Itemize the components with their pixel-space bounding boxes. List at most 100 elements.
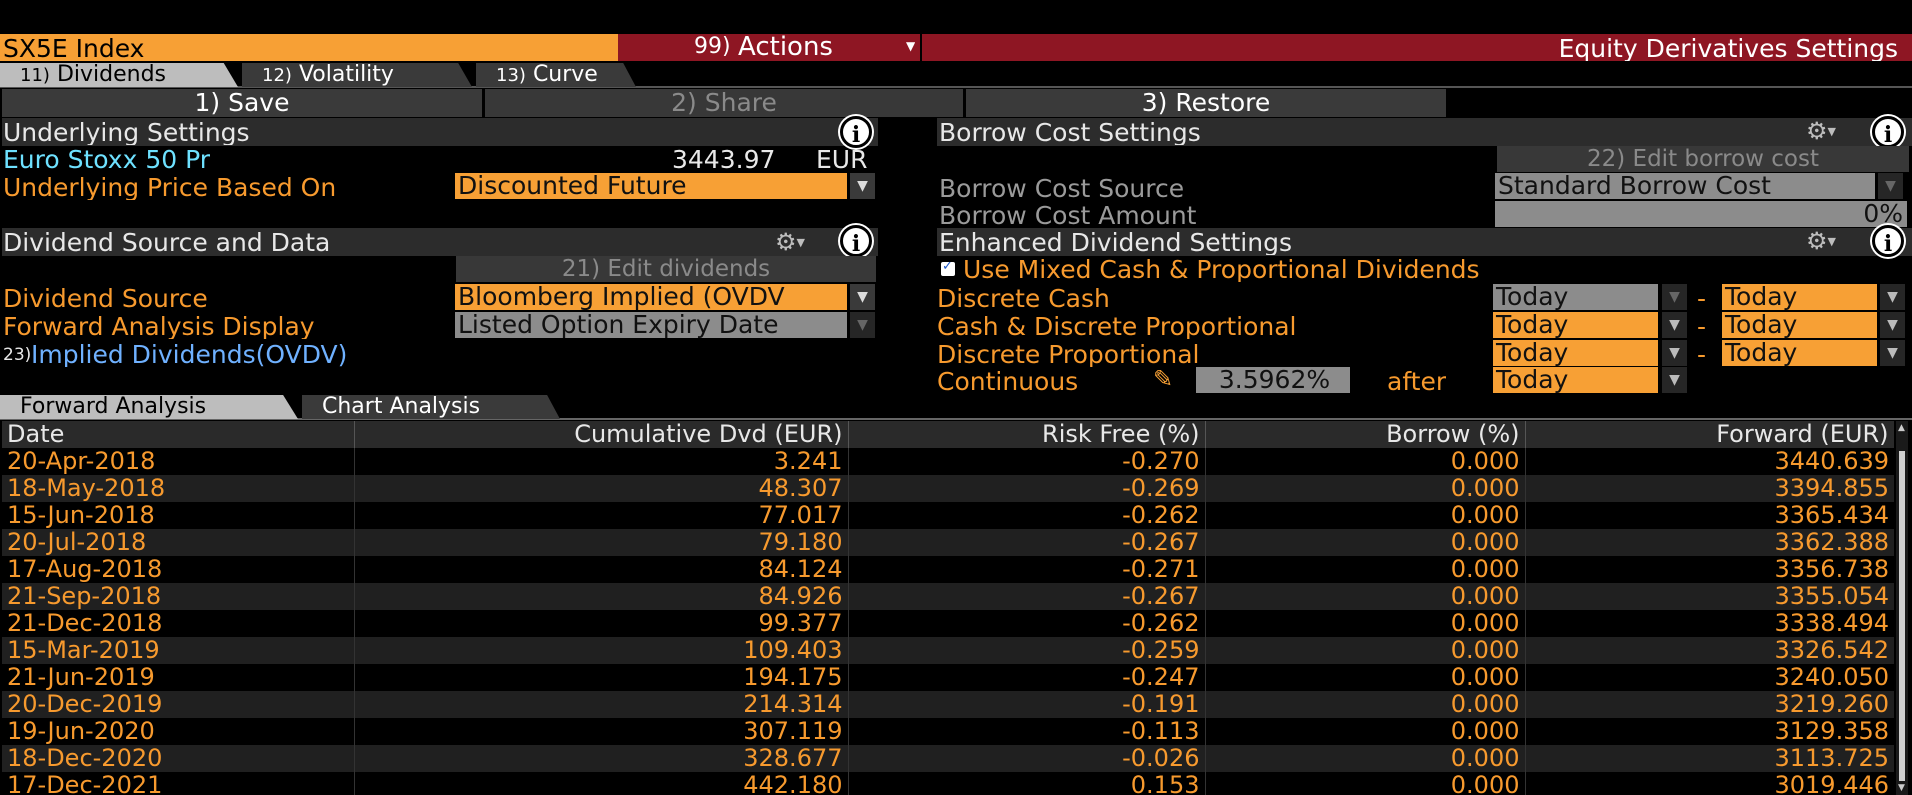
table-row[interactable]: 20-Jul-2018 79.180 -0.267 0.000 3362.388 [2, 529, 1894, 556]
cash-discrete-proportional-from-select[interactable]: Today [1493, 312, 1658, 338]
cell-forward: 3338.494 [1774, 609, 1889, 637]
after-label: after [1387, 369, 1447, 394]
pencil-icon[interactable]: ✎ [1153, 367, 1173, 391]
cell-borrow: 0.000 [1205, 610, 1526, 637]
cell-date: 18-May-2018 [2, 475, 355, 502]
discrete-cash-from-select[interactable]: Today [1493, 284, 1658, 310]
table-row[interactable]: 20-Dec-2019 214.314 -0.191 0.000 3219.260 [2, 691, 1894, 718]
cash-discrete-proportional-label: Cash & Discrete Proportional [937, 314, 1297, 339]
enhanced-info-icon[interactable]: i [1872, 225, 1904, 257]
implied-dividends-link[interactable]: Implied Dividends(OVDV) [31, 342, 347, 367]
enhanced-gear-icon[interactable]: ⚙▼ [1806, 227, 1836, 256]
cell-risk-free: -0.259 [848, 637, 1206, 664]
cell-forward: 3394.855 [1774, 474, 1889, 502]
column-header-cumulative-dvd[interactable]: Cumulative Dvd (EUR) [354, 421, 849, 448]
cell-borrow: 0.000 [1205, 556, 1526, 583]
tab-dividends-num: 11) [20, 65, 50, 86]
discrete-proportional-from-dropdown-icon[interactable]: ▼ [1662, 340, 1687, 366]
discrete-cash-from-dropdown-icon[interactable]: ▼ [1662, 284, 1687, 310]
table-row[interactable]: 21-Sep-2018 84.926 -0.267 0.000 3355.054 [2, 583, 1894, 610]
discrete-proportional-to-dropdown-icon[interactable]: ▼ [1880, 340, 1905, 366]
cell-date: 19-Jun-2020 [2, 718, 355, 745]
table-row[interactable]: 20-Apr-2018 3.241 -0.270 0.000 3440.639 [2, 448, 1894, 475]
table-row[interactable]: 19-Jun-2020 307.119 -0.113 0.000 3129.358 [2, 718, 1894, 745]
mixed-dividends-label[interactable]: Use Mixed Cash & Proportional Dividends [963, 257, 1480, 282]
tab-chart-analysis[interactable]: Chart Analysis [302, 395, 560, 419]
forward-display-dropdown-icon[interactable]: ▼ [850, 312, 875, 338]
table-header-row: Date Cumulative Dvd (EUR) Risk Free (%) … [2, 421, 1894, 448]
column-header-forward[interactable]: Forward (EUR) [1525, 421, 1894, 448]
cell-date: 17-Dec-2021 [2, 772, 355, 795]
borrow-source-label: Borrow Cost Source [939, 176, 1185, 201]
borrow-amount-field[interactable]: 0% [1495, 201, 1907, 227]
tab-curve[interactable]: 13) Curve [476, 63, 636, 87]
table-body: 20-Apr-2018 3.241 -0.270 0.000 3440.639 18-Ma… [2, 448, 1894, 795]
scrollbar-thumb[interactable] [1899, 451, 1905, 781]
forward-analysis-table-container: Date Cumulative Dvd (EUR) Risk Free (%) … [2, 421, 1894, 795]
dividend-info-icon[interactable]: i [840, 225, 872, 257]
dividend-gear-icon[interactable]: ⚙▼ [775, 228, 805, 257]
underlying-name: Euro Stoxx 50 Pr [3, 147, 211, 172]
table-row[interactable]: 21-Jun-2019 194.175 -0.247 0.000 3240.050 [2, 664, 1894, 691]
borrow-source-dropdown-icon[interactable]: ▼ [1878, 173, 1903, 199]
discrete-proportional-to-select[interactable]: Today [1722, 340, 1877, 366]
tab-curve-num: 13) [496, 65, 526, 86]
table-row[interactable]: 21-Dec-2018 99.377 -0.262 0.000 3338.494 [2, 610, 1894, 637]
cash-discrete-proportional-from-dropdown-icon[interactable]: ▼ [1662, 312, 1687, 338]
dividend-source-select[interactable]: Bloomberg Implied (OVDV [455, 284, 847, 310]
table-row[interactable]: 15-Jun-2018 77.017 -0.262 0.000 3365.434 [2, 502, 1894, 529]
price-basis-dropdown-icon[interactable]: ▼ [850, 173, 875, 199]
cell-forward: 3440.639 [1774, 447, 1889, 475]
continuous-rate-field[interactable]: 3.5962% [1196, 367, 1350, 393]
cell-cumulative-dvd: 84.926 [354, 583, 849, 610]
continuous-label: Continuous [937, 369, 1079, 394]
table-row[interactable]: 18-May-2018 48.307 -0.269 0.000 3394.855 [2, 475, 1894, 502]
cash-discrete-proportional-to-dropdown-icon[interactable]: ▼ [1880, 312, 1905, 338]
tab-volatility[interactable]: 12) Volatility [242, 63, 472, 87]
discrete-cash-to-dropdown-icon[interactable]: ▼ [1880, 284, 1905, 310]
table-row[interactable]: 18-Dec-2020 328.677 -0.026 0.000 3113.725 [2, 745, 1894, 772]
cash-discrete-proportional-dash: - [1697, 314, 1707, 339]
cell-date: 17-Aug-2018 [2, 556, 355, 583]
underlying-info-icon[interactable]: i [840, 116, 872, 148]
table-scrollbar[interactable]: ▲ ▼ [1896, 421, 1908, 795]
share-button[interactable]: 2) Share [485, 89, 963, 117]
continuous-after-select[interactable]: Today [1493, 367, 1658, 393]
dividend-source-dropdown-icon[interactable]: ▼ [850, 284, 875, 310]
edit-dividends-button[interactable]: 21) Edit dividends [456, 256, 876, 282]
borrow-gear-icon[interactable]: ⚙▼ [1806, 117, 1836, 146]
edit-borrow-cost-button[interactable]: 22) Edit borrow cost [1497, 146, 1909, 172]
cell-forward: 3355.054 [1774, 582, 1889, 610]
scroll-down-icon[interactable]: ▼ [1898, 783, 1905, 793]
restore-button[interactable]: 3) Restore [966, 89, 1446, 117]
tab-volatility-num: 12) [262, 65, 292, 86]
cell-cumulative-dvd: 109.403 [354, 637, 849, 664]
column-header-date[interactable]: Date [2, 421, 355, 448]
scroll-up-icon[interactable]: ▲ [1898, 423, 1905, 433]
column-header-borrow[interactable]: Borrow (%) [1205, 421, 1526, 448]
borrow-info-icon[interactable]: i [1872, 116, 1904, 148]
mixed-dividends-checkbox[interactable]: ✓ [941, 262, 955, 276]
actions-num: 99) [694, 36, 731, 58]
table-row[interactable]: 17-Dec-2021 442.180 0.153 0.000 3019.446 [2, 772, 1894, 795]
save-button[interactable]: 1) Save [2, 89, 482, 117]
table-row[interactable]: 15-Mar-2019 109.403 -0.259 0.000 3326.542 [2, 637, 1894, 664]
discrete-cash-to-select[interactable]: Today [1722, 284, 1877, 310]
discrete-proportional-from-select[interactable]: Today [1493, 340, 1658, 366]
column-header-risk-free[interactable]: Risk Free (%) [848, 421, 1206, 448]
continuous-after-dropdown-icon[interactable]: ▼ [1662, 367, 1687, 393]
tab-dividends[interactable]: 11) Dividends [0, 63, 238, 87]
tab-forward-analysis[interactable]: Forward Analysis [0, 395, 298, 419]
cell-cumulative-dvd: 84.124 [354, 556, 849, 583]
borrow-source-select[interactable]: Standard Borrow Cost [1495, 173, 1875, 199]
actions-label[interactable]: Actions [738, 34, 833, 60]
forward-display-select[interactable]: Listed Option Expiry Date [455, 312, 847, 338]
actions-dropdown-icon[interactable]: ▼ [906, 40, 915, 52]
cell-risk-free: -0.262 [848, 502, 1206, 529]
cash-discrete-proportional-to-select[interactable]: Today [1722, 312, 1877, 338]
cell-cumulative-dvd: 214.314 [354, 691, 849, 718]
security-ticker[interactable]: SX5E Index [3, 36, 144, 61]
table-row[interactable]: 17-Aug-2018 84.124 -0.271 0.000 3356.738 [2, 556, 1894, 583]
price-basis-select[interactable]: Discounted Future [455, 173, 847, 199]
cell-borrow: 0.000 [1205, 529, 1526, 556]
